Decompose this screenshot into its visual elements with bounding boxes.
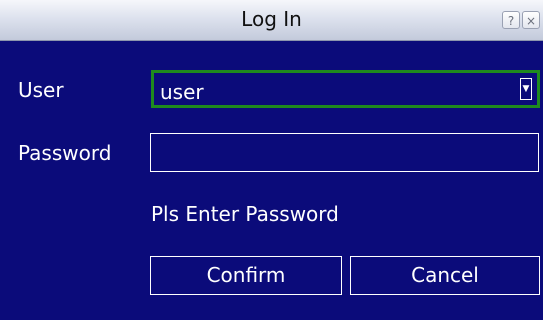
- password-field[interactable]: [150, 133, 539, 172]
- help-button[interactable]: ?: [502, 11, 520, 29]
- password-prompt: Pls Enter Password: [151, 202, 339, 226]
- user-select[interactable]: user ▼: [151, 70, 540, 108]
- dialog-title: Log In: [241, 7, 302, 31]
- title-bar: Log In ? ×: [0, 0, 543, 41]
- chevron-down-icon[interactable]: ▼: [520, 78, 532, 100]
- close-icon: ×: [525, 14, 537, 28]
- cancel-button[interactable]: Cancel: [350, 256, 540, 295]
- user-select-value: user: [160, 80, 204, 104]
- login-dialog: Log In ? × User user ▼ Password Pls Ente…: [0, 0, 543, 320]
- confirm-button[interactable]: Confirm: [150, 256, 342, 295]
- help-icon: ?: [507, 14, 515, 28]
- user-label: User: [18, 78, 64, 102]
- close-button[interactable]: ×: [522, 11, 540, 29]
- password-label: Password: [18, 141, 112, 165]
